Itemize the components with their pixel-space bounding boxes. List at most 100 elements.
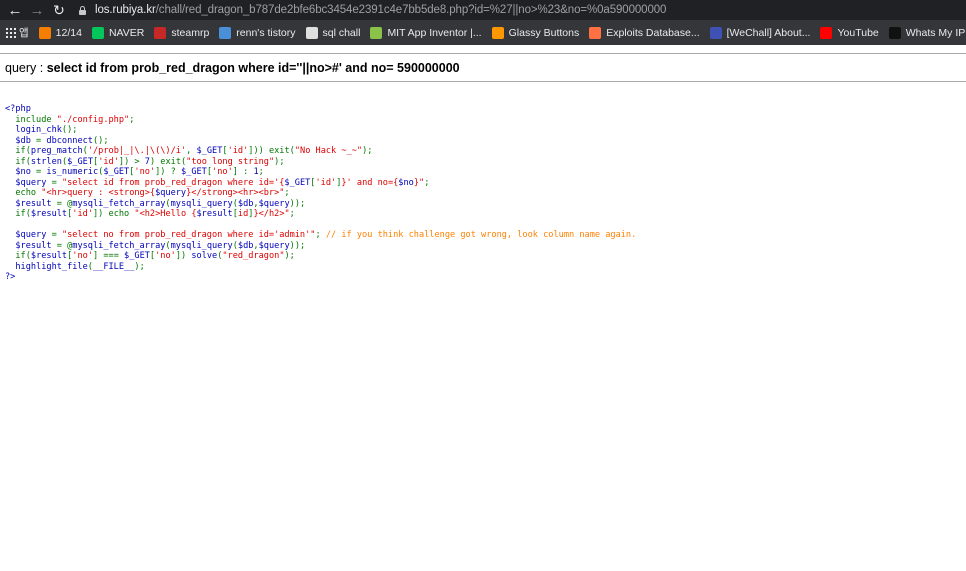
code-token: <?php [5,104,31,114]
bookmark-item[interactable]: [WeChall] About... [705,20,816,45]
code-token: $_GET [124,251,150,261]
bookmark-item[interactable]: 앱 [0,20,34,45]
code-token: $_GET [196,146,223,156]
code-token: $query [5,230,52,240]
code-token: 'id' [72,209,93,219]
code-token: ] === [93,251,125,261]
bookmark-label: NAVER [108,26,145,39]
bookmark-label: Whats My IP Addr... [905,26,966,39]
z-icon [305,26,318,39]
code-line: $result = @mysqli_fetch_array(mysqli_que… [5,241,636,252]
code-line: if(strlen($_GET['id']) > 7) exit("too lo… [5,157,636,168]
code-token: ; [424,177,430,188]
code-token: is_numeric [46,167,99,177]
bookmark-label: Glassy Buttons [508,26,580,39]
steamrp-icon [154,26,167,39]
code-token: 'id' [227,146,249,156]
code-token: solve [191,251,218,261]
glassy-icon [491,26,504,39]
code-token: }</strong><hr><br>" [186,188,285,198]
code-token: $result [196,209,233,219]
code-token: ]) [175,251,192,261]
bookmark-label: Exploits Database... [606,26,700,39]
code-token: ; [289,209,295,219]
code-token: $query [258,240,290,251]
bookmark-item[interactable]: MIT App Inventor |... [365,20,486,45]
reload-icon[interactable]: ↻ [48,0,70,20]
forward-arrow-icon[interactable]: → [26,0,48,20]
code-token: 'no' [72,251,93,261]
code-token: $query [258,198,290,209]
code-token: dbconnect [46,135,93,146]
code-token: if( [15,156,31,167]
bookmark-label: MIT App Inventor |... [387,26,482,39]
code-token: ])) exit( [248,146,295,156]
code-token: 'no' [134,167,156,177]
bookmark-item[interactable]: sql chall [301,20,366,45]
lock-icon[interactable] [78,5,87,15]
code-token: $no [398,177,414,188]
code-token: "<hr>query : <strong>{ [41,188,156,198]
code-token: ) exit( [149,156,187,167]
code-token: $_GET [284,177,311,188]
code-token: "select no from prob_red_dragon where id… [61,230,316,240]
code-token: mysqli_query [170,198,233,209]
code-token: $result [5,240,57,251]
code-token: __FILE__ [92,261,135,272]
address-bar[interactable]: los.rubiya.kr/chall/red_dragon_b787de2bf… [78,0,966,20]
code-token: strlen [30,156,62,167]
code-token: ]) > [118,156,145,167]
code-token: 'no' [155,251,176,261]
code-token: )); [289,198,306,209]
bookmark-label: renn's tistory [236,26,296,39]
code-token: (); [61,125,78,135]
code-token: $_GET [67,156,93,167]
code-token: ); [284,251,295,261]
code-token: $query [155,188,187,198]
bookmark-item[interactable]: Glassy Buttons [487,20,585,45]
code-token: = [36,135,47,146]
bookmark-item[interactable]: Exploits Database... [584,20,704,45]
code-token: "select id from prob_red_dragon where id… [61,177,285,188]
code-token: if( [15,251,31,261]
bookmark-item[interactable]: Whats My IP Addr... [884,20,966,45]
code-line: if($result['id']) echo "<h2>Hello {$resu… [5,209,636,220]
code-token: $query [5,177,52,188]
code-token: $db [237,198,254,209]
bookmarks-bar: 앱 12/14 NAVER steamrp renn's tistory sql chal… [0,20,966,45]
code-token: $_GET [103,167,130,177]
tistory-icon [219,26,232,39]
code-token: }' and no={ [341,177,399,188]
bookmark-item[interactable]: steamrp [149,20,214,45]
code-line: $query = "select id from prob_red_dragon… [5,178,636,189]
bookmark-item[interactable]: YouTube [815,20,883,45]
code-token: "./config.php" [56,114,130,125]
back-arrow-icon[interactable]: ← [4,0,26,20]
bookmark-item[interactable]: NAVER [87,20,149,45]
url-text[interactable]: los.rubiya.kr/chall/red_dragon_b787de2bf… [95,4,666,16]
code-token: $db [237,240,254,251]
code-line: echo "<hr>query : <strong>{$query}</stro… [5,188,636,199]
exploit-db-icon [589,26,602,39]
code-token: = [36,167,47,177]
code-token: if( [15,146,31,156]
code-line: if($result['no'] === $_GET['no']) solve(… [5,251,636,262]
code-line [5,220,636,231]
code-token: 'id' [98,156,119,167]
code-token: ); [134,261,145,272]
url-path: /chall/red_dragon_b787de2bfe6bc3454e2391… [155,4,667,16]
code-token: if( [15,209,31,219]
code-token: $_GET [180,167,207,177]
bookmark-item[interactable]: renn's tistory [214,20,300,45]
bookmark-item[interactable]: 12/14 [34,20,87,45]
code-token: "No Hack ~_~" [294,146,363,156]
code-token: ; [284,188,290,198]
youtube-icon [820,26,833,39]
browser-toolbar: ← → ↻ los.rubiya.kr/chall/red_dragon_b78… [0,0,966,20]
code-token: (); [92,135,109,146]
code-token: ); [362,146,373,156]
